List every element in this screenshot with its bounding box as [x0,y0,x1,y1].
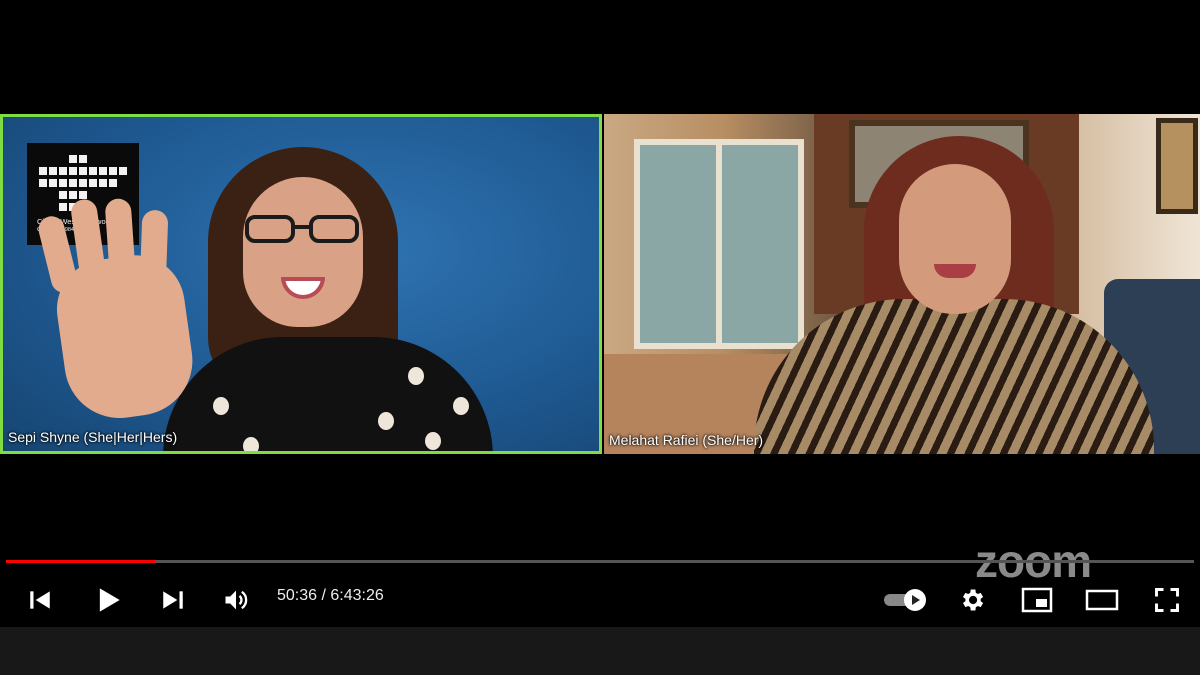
current-time: 50:36 [277,587,318,604]
settings-icon [963,589,984,611]
participant-tile-sepi: City of West Hollywood California 1984 [0,114,602,454]
theater-mode-icon [1085,589,1119,611]
fullscreen-button[interactable] [1147,580,1187,620]
miniplayer-icon [1021,587,1053,613]
page-background-strip [0,627,1200,675]
progress-bar-played [6,560,155,563]
previous-icon [30,591,50,609]
settings-button[interactable] [952,580,992,620]
glasses-icon [245,215,359,243]
fullscreen-icon [1155,588,1179,612]
volume-icon [225,590,248,610]
autoplay-toggle-icon [884,589,926,611]
player-controls: 50:36 / 6:43:26 [0,570,1200,626]
play-icon [99,588,120,612]
participant-name-melahat: Melahat Rafiei (She/Her) [609,432,764,448]
next-icon [163,591,183,609]
autoplay-toggle[interactable] [880,580,930,620]
next-button[interactable] [153,580,193,620]
participant-tile-melahat: Melahat Rafiei (She/Her) [604,114,1200,454]
sliding-door [634,139,804,349]
wall-frame [1156,118,1198,214]
progress-bar[interactable] [6,560,1194,563]
miniplayer-button[interactable] [1017,580,1057,620]
time-separator: / [317,587,331,604]
previous-button[interactable] [20,580,60,620]
theater-mode-button[interactable] [1082,580,1122,620]
participant-name-sepi: Sepi Shyne (She|Her|Hers) [8,429,178,445]
play-button[interactable] [88,580,128,620]
volume-button[interactable] [216,580,256,620]
video-player[interactable]: City of West Hollywood California 1984 [0,0,1200,675]
time-display: 50:36 / 6:43:26 [277,587,384,605]
duration: 6:43:26 [330,587,384,604]
